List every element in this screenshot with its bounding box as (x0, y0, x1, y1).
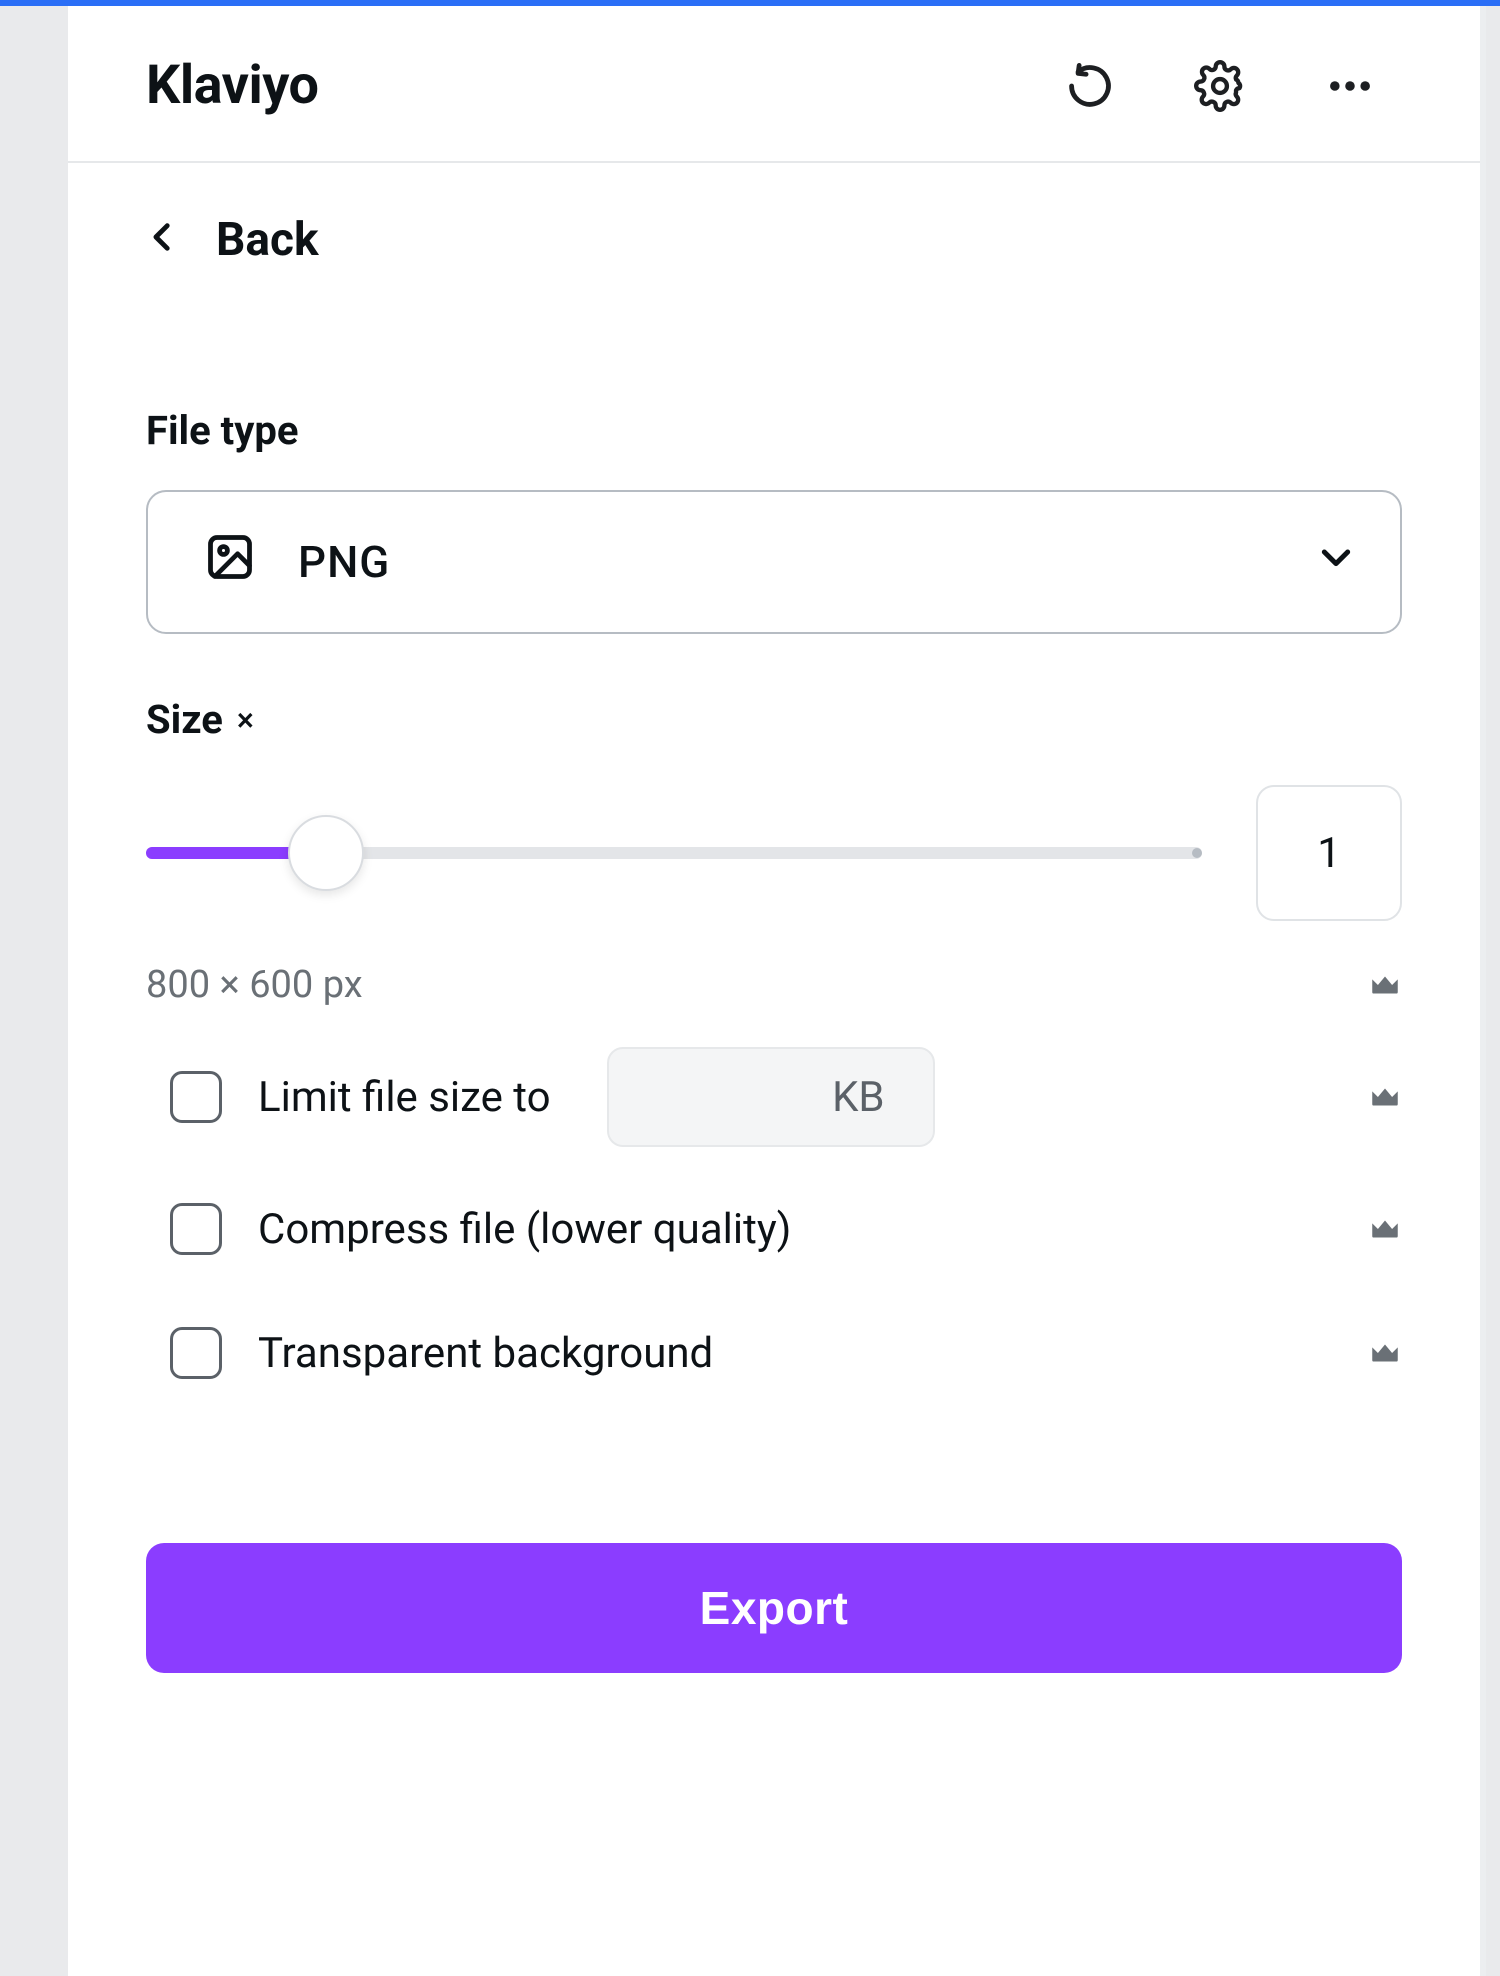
crown-icon (1368, 1212, 1402, 1246)
refresh-icon[interactable] (1060, 56, 1120, 116)
image-icon (204, 531, 256, 593)
output-dimensions: 800 × 600 px (146, 963, 363, 1007)
size-multiplier-symbol: × (237, 701, 254, 739)
back-button[interactable]: Back (68, 163, 1480, 277)
slider-thumb[interactable] (288, 815, 364, 891)
chevron-down-icon (1316, 537, 1356, 587)
transparent-bg-checkbox[interactable] (170, 1327, 222, 1379)
panel-title: Klaviyo (146, 54, 1060, 117)
crown-icon (1368, 1336, 1402, 1370)
more-icon[interactable] (1320, 56, 1380, 116)
compress-file-checkbox[interactable] (170, 1203, 222, 1255)
file-type-label: File type (146, 407, 1402, 454)
crown-icon (1368, 968, 1402, 1002)
limit-file-size-unit: KB (832, 1073, 885, 1122)
size-value-input[interactable]: 1 (1256, 785, 1402, 921)
chevron-left-icon (146, 217, 180, 264)
header-actions (1060, 56, 1420, 116)
limit-file-size-row: Limit file size to KB (146, 1047, 1402, 1147)
limit-file-size-checkbox[interactable] (170, 1071, 222, 1123)
size-slider[interactable] (146, 817, 1202, 889)
transparent-bg-row: Transparent background (146, 1311, 1402, 1395)
size-label-text: Size (146, 696, 223, 743)
size-value: 1 (1317, 829, 1341, 878)
compress-file-label: Compress file (lower quality) (258, 1205, 791, 1254)
crown-icon (1368, 1080, 1402, 1114)
limit-file-size-label: Limit file size to (258, 1073, 551, 1122)
limit-file-size-input[interactable]: KB (607, 1047, 935, 1147)
size-label: Size × (146, 696, 1402, 743)
file-type-select[interactable]: PNG (146, 490, 1402, 634)
export-button[interactable]: Export (146, 1543, 1402, 1673)
file-type-value: PNG (298, 536, 390, 588)
slider-end-dot (1192, 848, 1202, 858)
panel-header: Klaviyo (68, 6, 1480, 163)
back-label: Back (216, 213, 319, 267)
transparent-bg-label: Transparent background (258, 1329, 713, 1378)
compress-file-row: Compress file (lower quality) (146, 1187, 1402, 1271)
gear-icon[interactable] (1190, 56, 1250, 116)
